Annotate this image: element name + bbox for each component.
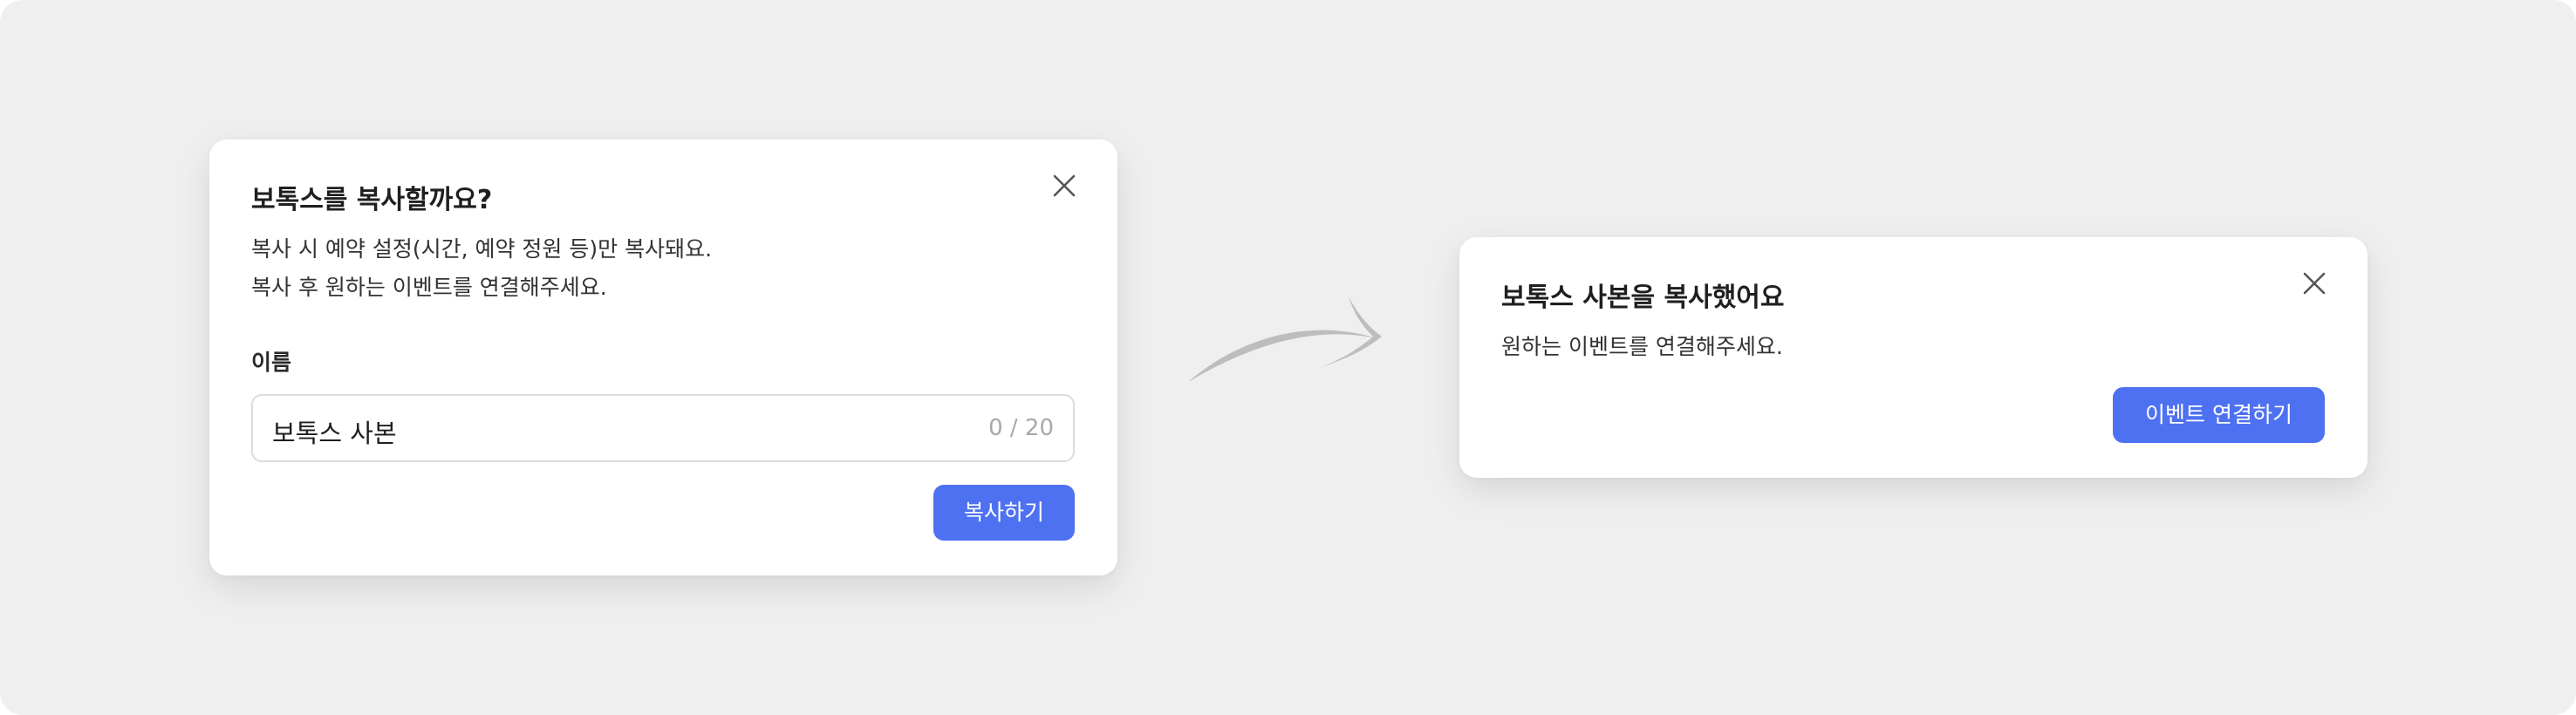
copy-complete-dialog: 보톡스 사본을 복사했어요 원하는 이벤트를 연결해주세요. 이벤트 연결하기 (1459, 237, 2368, 478)
name-field-label: 이름 (251, 350, 292, 375)
copy-button[interactable]: 복사하기 (933, 485, 1075, 541)
curved-arrow-icon (1188, 296, 1382, 382)
canvas-background: 보톡스를 복사할까요? 복사 시 예약 설정(시간, 예약 정원 등)만 복사돼… (0, 0, 2576, 715)
name-input-value: 보톡스 사본 (272, 419, 397, 448)
close-icon (2303, 272, 2326, 295)
copy-complete-close-button[interactable] (2301, 270, 2327, 296)
close-icon (1053, 174, 1076, 197)
copy-dialog-description-line2: 복사 후 원하는 이벤트를 연결해주세요. (251, 275, 607, 300)
name-input-counter: 0 / 20 (988, 415, 1054, 441)
copy-dialog-close-button[interactable] (1051, 173, 1077, 199)
name-input[interactable]: 보톡스 사본 0 / 20 (251, 394, 1075, 462)
copy-dialog-description-line1: 복사 시 예약 설정(시간, 예약 정원 등)만 복사돼요. (251, 236, 713, 262)
connect-event-button[interactable]: 이벤트 연결하기 (2113, 387, 2325, 443)
copy-complete-description: 원하는 이벤트를 연결해주세요. (1501, 334, 1783, 359)
copy-complete-title: 보톡스 사본을 복사했어요 (1501, 283, 1785, 313)
copy-dialog: 보톡스를 복사할까요? 복사 시 예약 설정(시간, 예약 정원 등)만 복사돼… (209, 140, 1117, 575)
copy-dialog-title: 보톡스를 복사할까요? (251, 185, 493, 215)
